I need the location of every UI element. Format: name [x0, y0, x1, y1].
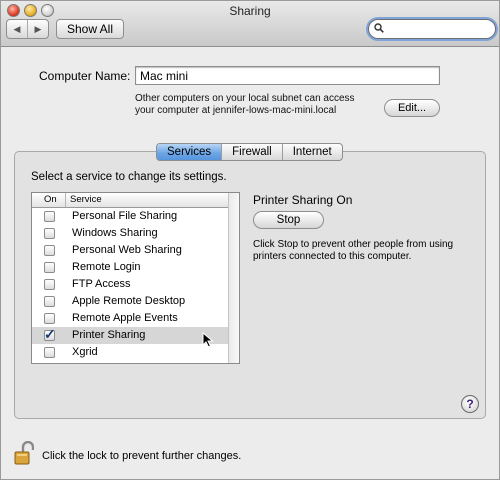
tab-internet[interactable]: Internet [281, 144, 342, 160]
list-item[interactable]: FTP Access [32, 276, 229, 293]
service-description: Click Stop to prevent other people from … [253, 239, 454, 262]
list-item[interactable]: Remote Login [32, 259, 229, 276]
service-name: Xgrid [72, 346, 98, 358]
service-checkbox[interactable] [44, 347, 55, 358]
forward-arrow-icon[interactable]: ▶ [27, 20, 48, 38]
stop-button[interactable]: Stop [253, 211, 324, 229]
back-arrow-icon[interactable]: ◀ [7, 20, 27, 38]
column-header-on[interactable]: On [32, 193, 66, 207]
column-header-service[interactable]: Service [70, 193, 102, 207]
computer-name-label: Computer Name: [39, 69, 131, 83]
services-prompt: Select a service to change its settings. [31, 171, 227, 183]
search-icon [374, 23, 384, 33]
service-name: Remote Apple Events [72, 312, 178, 324]
tab-services[interactable]: Services [157, 144, 222, 160]
list-item[interactable]: Xgrid [32, 344, 229, 361]
help-icon[interactable]: ? [461, 395, 479, 413]
list-item[interactable]: Personal Web Sharing [32, 242, 229, 259]
search-input[interactable] [386, 22, 490, 36]
table-header: On Service [32, 193, 229, 208]
mouse-cursor-icon [202, 332, 214, 348]
service-checkbox[interactable] [44, 228, 55, 239]
service-checkbox[interactable] [44, 313, 55, 324]
service-checkbox[interactable] [44, 279, 55, 290]
service-checkbox[interactable]: ✓ [44, 326, 56, 342]
service-checkbox[interactable] [44, 211, 55, 222]
lock-icon[interactable] [14, 441, 34, 466]
sharing-window: Sharing ◀ ▶ Show All Computer Name: Othe… [0, 0, 500, 480]
service-checkbox[interactable] [44, 245, 55, 256]
service-name: Personal Web Sharing [72, 244, 182, 256]
list-item[interactable]: ✓ Printer Sharing [32, 327, 229, 344]
service-name: FTP Access [72, 278, 131, 290]
edit-button[interactable]: Edit... [384, 99, 440, 117]
computer-name-note: Other computers on your local subnet can… [135, 93, 355, 116]
service-name: Windows Sharing [72, 227, 158, 239]
service-name: Remote Login [72, 261, 141, 273]
tab-bar: Services Firewall Internet [156, 143, 343, 161]
list-item[interactable]: Apple Remote Desktop [32, 293, 229, 310]
computer-name-field[interactable] [135, 66, 440, 85]
service-status: Printer Sharing On [253, 193, 353, 207]
show-all-button[interactable]: Show All [56, 19, 124, 39]
checkmark-icon: ✓ [44, 326, 56, 342]
service-name: Printer Sharing [72, 329, 146, 341]
list-item[interactable]: Personal File Sharing [32, 208, 229, 225]
service-name: Apple Remote Desktop [72, 295, 186, 307]
back-forward-buttons[interactable]: ◀ ▶ [6, 19, 49, 39]
lock-message: Click the lock to prevent further change… [42, 450, 242, 462]
tab-firewall[interactable]: Firewall [221, 144, 282, 160]
list-item[interactable]: Windows Sharing [32, 225, 229, 242]
list-item[interactable]: Remote Apple Events [32, 310, 229, 327]
service-checkbox[interactable] [44, 262, 55, 273]
service-checkbox[interactable] [44, 296, 55, 307]
toolbar: Sharing ◀ ▶ Show All [1, 1, 499, 47]
window-title: Sharing [229, 4, 271, 18]
service-list: Personal File Sharing Windows Sharing Pers… [32, 208, 229, 361]
table-scrollbar[interactable] [228, 193, 239, 363]
search-field[interactable] [368, 19, 496, 39]
service-name: Personal File Sharing [72, 210, 178, 222]
